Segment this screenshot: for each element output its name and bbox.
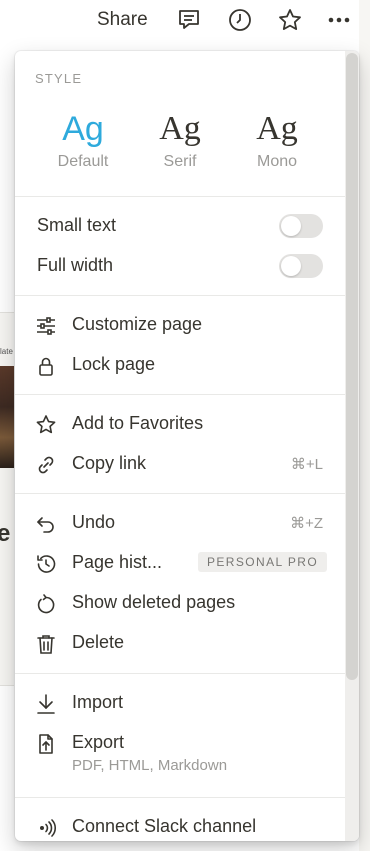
history-icon [35,553,57,575]
connect-slack-item[interactable]: Connect Slack channel [15,807,345,841]
copy-link-shortcut: ⌘+L [290,456,323,473]
small-text-toggle-row[interactable]: Small text [15,206,345,246]
style-option-caption: Serif [163,153,197,170]
style-option-serif[interactable]: Ag Serif [132,107,228,171]
link-icon [35,454,57,476]
import-item[interactable]: Import [15,683,345,723]
import-label: Import [72,692,124,712]
background-heading-fragment: e [0,520,11,547]
add-to-favorites-item[interactable]: Add to Favorites [15,404,345,444]
undo-icon [35,513,57,535]
small-text-label: Small text [37,215,117,235]
style-option-default[interactable]: Ag Default [35,107,131,171]
topbar: Share [0,0,370,42]
scrollbar-thumb[interactable] [346,53,358,680]
style-option-glyph: Ag [159,110,201,147]
style-option-glyph: Ag [62,110,104,148]
restore-icon [35,593,57,615]
slack-broadcast-icon [35,817,57,839]
export-item[interactable]: Export PDF, HTML, Markdown [15,723,345,781]
divider [15,493,345,494]
background-card-image [0,366,14,468]
download-icon [35,693,57,715]
sliders-icon [35,315,57,337]
export-formats-subtext: PDF, HTML, Markdown [72,757,228,774]
copy-link-item[interactable]: Copy link ⌘+L [15,444,345,484]
star-icon [35,414,57,436]
delete-item[interactable]: Delete [15,623,345,663]
style-option-mono[interactable]: Ag Mono [229,107,325,171]
customize-page-item[interactable]: Customize page [15,305,345,345]
show-deleted-pages-item[interactable]: Show deleted pages [15,583,345,623]
style-option-caption: Default [57,153,109,170]
style-option-caption: Mono [256,153,298,170]
divider [15,196,345,197]
lock-page-label: Lock page [72,354,156,374]
divider [15,797,345,798]
export-label: Export [72,732,125,752]
page-history-label: Page hist... [72,552,163,572]
favorite-star-icon[interactable] [277,7,303,33]
lock-icon [35,355,57,377]
divider [15,295,345,296]
trash-icon [35,633,57,655]
add-to-favorites-label: Add to Favorites [72,413,204,433]
full-width-label: Full width [37,255,114,275]
show-deleted-pages-label: Show deleted pages [72,592,236,612]
style-section-label: STYLE [35,71,83,86]
divider [15,673,345,674]
delete-label: Delete [72,632,125,652]
full-width-toggle[interactable] [279,254,323,278]
clock-icon[interactable] [227,7,253,33]
scrollbar-track[interactable] [345,51,359,841]
export-icon [35,733,57,755]
style-option-glyph: Ag [256,110,298,147]
personal-pro-badge: PERSONAL PRO [198,552,328,572]
comment-icon[interactable] [176,7,202,33]
background-card-text: late [0,347,13,356]
toggle-knob [281,216,301,236]
full-width-toggle-row[interactable]: Full width [15,246,345,286]
undo-shortcut: ⌘+Z [290,515,323,532]
connect-slack-label: Connect Slack channel [72,816,257,836]
page-history-item[interactable]: Page hist... PERSONAL PRO [15,543,345,583]
background-page-edge [359,0,370,851]
small-text-toggle[interactable] [279,214,323,238]
toggle-knob [281,256,301,276]
page-options-menu: STYLE Ag Default Ag Serif Ag Mono Small … [15,51,359,841]
more-icon[interactable] [326,7,352,33]
undo-label: Undo [72,512,116,532]
copy-link-label: Copy link [72,453,147,473]
undo-item[interactable]: Undo ⌘+Z [15,503,345,543]
customize-page-label: Customize page [72,314,203,334]
lock-page-item[interactable]: Lock page [15,345,345,385]
share-button[interactable]: Share [97,9,148,31]
divider [15,394,345,395]
